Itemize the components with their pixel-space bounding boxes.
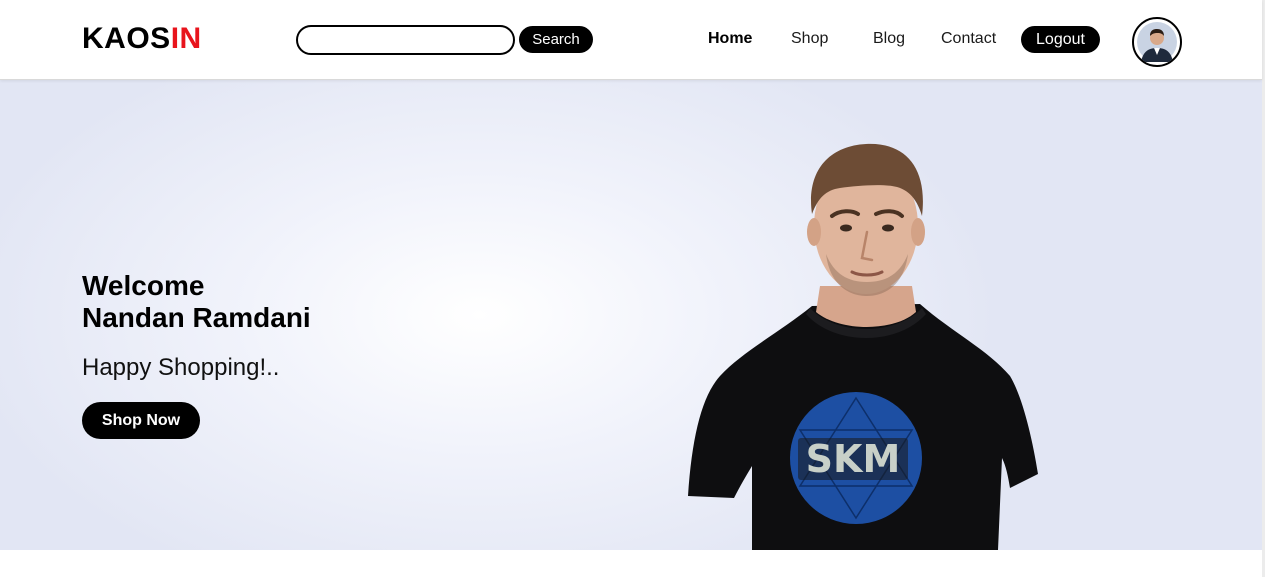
shirt-print-text: SKM xyxy=(806,437,901,481)
logo-text-accent: IN xyxy=(170,22,202,55)
shop-now-button[interactable]: Shop Now xyxy=(82,402,200,439)
user-avatar-icon xyxy=(1137,22,1177,62)
nav-link-home[interactable]: Home xyxy=(708,30,752,48)
search-button[interactable]: Search xyxy=(519,26,593,53)
nav-link-contact[interactable]: Contact xyxy=(941,30,996,48)
hero-model-image: SKM xyxy=(688,143,1038,550)
content-area xyxy=(0,550,1265,577)
nav-link-shop[interactable]: Shop xyxy=(791,30,828,48)
logo-text-main: KAOS xyxy=(82,22,171,55)
hero-title-welcome: Welcome xyxy=(82,270,205,301)
hero-banner: Welcome Nandan Ramdani Happy Shopping!..… xyxy=(0,80,1262,550)
nav-link-blog[interactable]: Blog xyxy=(873,30,905,48)
hero-subtitle: Happy Shopping!.. xyxy=(82,354,280,381)
hero-title-username: Nandan Ramdani xyxy=(82,302,311,333)
logout-button[interactable]: Logout xyxy=(1021,26,1100,53)
site-logo[interactable]: KAOSIN xyxy=(82,22,202,56)
hero-title: Welcome Nandan Ramdani xyxy=(82,270,311,334)
search-input[interactable] xyxy=(296,25,515,55)
site-header: KAOSIN Search Home Shop Blog Contact Log… xyxy=(0,0,1262,80)
user-avatar[interactable] xyxy=(1132,17,1182,67)
